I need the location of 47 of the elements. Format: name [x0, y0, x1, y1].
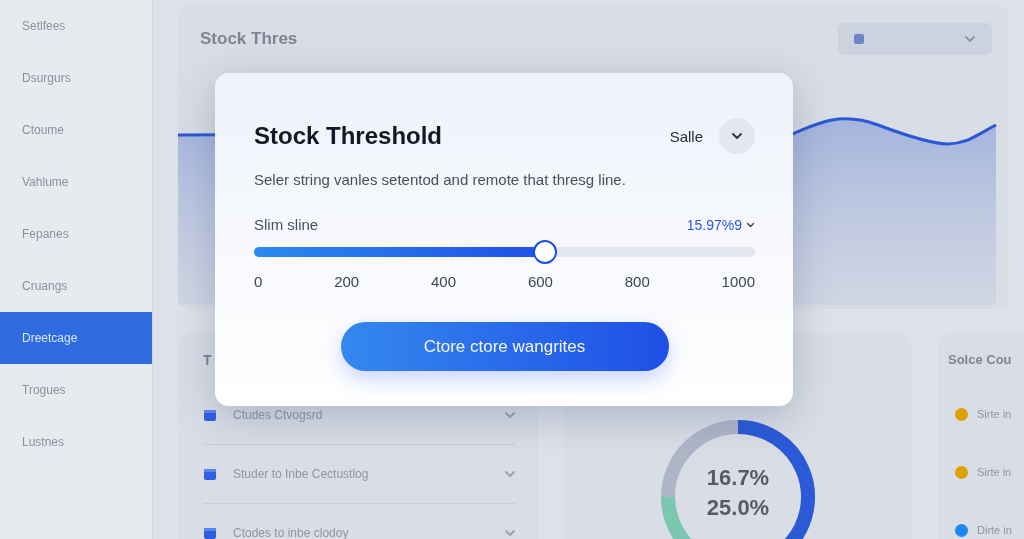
list-item[interactable]: Ctodes to inbe clodoy: [203, 504, 516, 539]
menu-label: Salle: [669, 127, 703, 145]
slider-label: Slim sline: [254, 216, 319, 233]
list-item-label: Studer to Inbe Cectustlog: [233, 467, 370, 481]
chevron-icon: [504, 470, 516, 478]
dialog-description: Seler string vanles setentod and remote that thresg line.: [254, 171, 627, 188]
chevron-icon: [964, 35, 976, 43]
list-item-label: Ctodes to inbe clodoy: [233, 526, 350, 539]
calendar-icon: [854, 34, 864, 44]
tick-label: 400: [431, 273, 457, 290]
box-icon: [203, 467, 217, 481]
donut-value: 25.0%: [705, 494, 771, 522]
tick-label: 200: [334, 273, 360, 290]
card-title: T: [203, 352, 213, 368]
sidebar-item[interactable]: Lustnes: [0, 416, 152, 468]
save-button[interactable]: Ctore ctore wangrites: [340, 322, 669, 371]
status-label: Dirte in: [977, 524, 1012, 536]
sidebar-item[interactable]: Cruangs: [0, 260, 152, 312]
box-icon: [203, 526, 217, 539]
sidebar-item[interactable]: Dsurgurs: [0, 52, 152, 104]
status-label: Sirte in: [977, 466, 1012, 478]
sidebar-item[interactable]: Setlfees: [0, 0, 152, 52]
card-title: Solce Cou: [948, 352, 1013, 367]
slider-thumb[interactable]: [532, 240, 557, 264]
chevron-icon: [731, 132, 743, 140]
slider[interactable]: [254, 240, 755, 264]
list-item[interactable]: Studer to Inbe Cectustlog: [203, 445, 516, 504]
list-item-label: Ctudes Ctvogsrd: [233, 408, 324, 422]
donut-value: 16.7%: [705, 464, 771, 492]
chevron-icon: [504, 529, 516, 537]
chevron-icon: [504, 411, 516, 419]
value-dropdown[interactable]: 15.97%9: [686, 216, 755, 233]
dialog-title: Stock Threshold: [254, 122, 443, 150]
sidebar-item[interactable]: Fepanes: [0, 208, 152, 260]
card-title: Stock Thres: [200, 29, 298, 49]
sidebar-item[interactable]: Vahlume: [0, 156, 152, 208]
tick-label: 800: [624, 273, 650, 290]
tick-label: 600: [527, 273, 553, 290]
chevron-icon: [746, 221, 755, 228]
status-label: Sirte in: [977, 408, 1012, 420]
box-icon: [203, 408, 217, 422]
dropdown-button[interactable]: [719, 118, 755, 154]
sidebar-item[interactable]: Trogues: [0, 364, 152, 416]
sidebar-item[interactable]: Ctoume: [0, 104, 152, 156]
sidebar-item[interactable]: Dreetcage: [0, 312, 152, 364]
tick-label: 0: [254, 273, 263, 290]
tick-label: 1000: [721, 273, 755, 290]
